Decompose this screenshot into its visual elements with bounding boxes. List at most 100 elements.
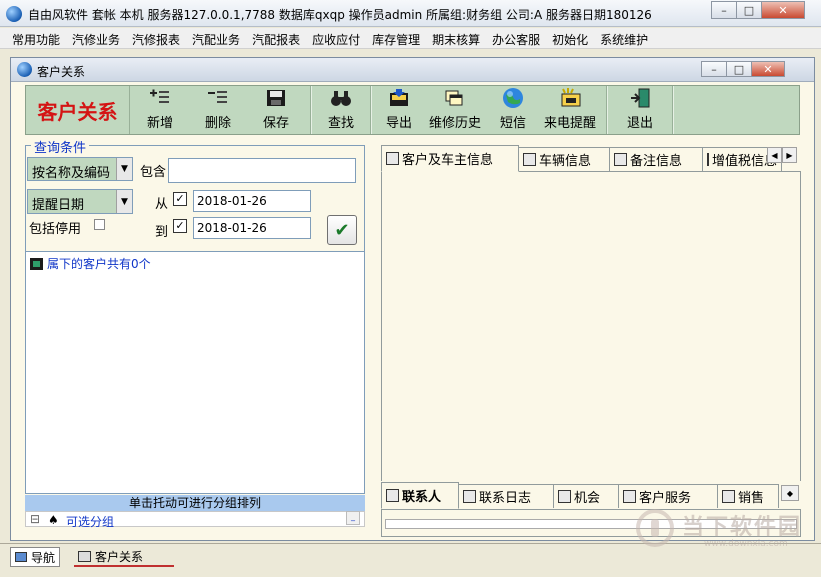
scroll-right-icon[interactable]: ▶ [782, 147, 797, 163]
statusbar-tab-nav[interactable]: 导航 [10, 547, 61, 567]
group-scroll-button[interactable]: _ [346, 511, 360, 525]
from-date-field[interactable]: 2018-01-26 [193, 190, 311, 212]
contains-input[interactable] [168, 158, 356, 183]
tab-vehicle-info[interactable]: 车辆信息 [518, 147, 610, 171]
watermark-text: 当下软件园 [682, 515, 803, 540]
search-field-select[interactable]: 按名称及编码 ▼ [27, 157, 133, 181]
watermark-icon [636, 509, 674, 547]
menu-parts-reports[interactable]: 汽配报表 [246, 28, 306, 48]
minimize-button[interactable]: – [711, 1, 737, 19]
export-label: 导出 [385, 116, 412, 131]
add-list-icon [149, 88, 171, 108]
contains-label: 包含 [140, 165, 167, 180]
group-options-row[interactable]: ⊟ ♠ 可选分组 _ [25, 511, 365, 529]
repair-history-button[interactable]: 维修历史 [422, 86, 488, 134]
exit-label: 退出 [626, 116, 653, 131]
sms-button[interactable]: 短信 [488, 86, 538, 134]
printer-icon [722, 490, 735, 503]
detail-tabs: 联系人 联系日志 机会 客户服务 销售 ◆ [381, 482, 801, 510]
spade-icon: ♠ [48, 513, 59, 527]
window-controls: – □ ✕ [711, 1, 805, 19]
scroll-right-icon[interactable]: ◆ [781, 485, 799, 501]
info-tabs: 客户及车主信息 车辆信息 备注信息 增值税信息 ◀ ▶ [381, 145, 801, 172]
reminder-icon [559, 88, 581, 108]
maximize-button[interactable]: □ [736, 1, 762, 19]
child-minimize-button[interactable]: – [701, 61, 727, 77]
save-button[interactable]: 保存 [246, 86, 306, 134]
child-close-button[interactable]: ✕ [751, 61, 785, 77]
customer-tree[interactable]: 属下的客户共有0个 [25, 251, 365, 494]
delete-label: 删除 [204, 116, 231, 131]
contact-icon [386, 489, 399, 502]
tree-root-label: 属下的客户共有0个 [47, 257, 151, 271]
exit-button[interactable]: 退出 [612, 86, 668, 134]
bottom-tab-scroll: ◆ [781, 485, 799, 501]
child-window-controls: – □ ✕ [701, 61, 785, 77]
tab-contacts[interactable]: 联系人 [381, 482, 459, 509]
scroll-left-icon[interactable]: ◀ [767, 147, 782, 163]
search-person-icon [558, 490, 571, 503]
remove-list-icon [207, 88, 229, 108]
collapse-icon[interactable]: ⊟ [30, 512, 40, 526]
grid-icon [78, 550, 91, 562]
toolbar-separator [310, 86, 312, 134]
menu-repair-reports[interactable]: 汽修报表 [126, 28, 186, 48]
menu-repair-business[interactable]: 汽修业务 [66, 28, 126, 48]
new-label: 新增 [146, 116, 173, 131]
call-reminder-button[interactable]: 来电提醒 [538, 86, 602, 134]
tree-root-node[interactable]: 属下的客户共有0个 [30, 255, 151, 272]
child-title-bar: 客户关系 – □ ✕ [11, 58, 814, 82]
repair-history-label: 维修历史 [428, 116, 481, 131]
id-card-icon [386, 152, 399, 165]
menubar: 常用功能 汽修业务 汽修报表 汽配业务 汽配报表 应收应付 库存管理 期末核算 … [0, 28, 821, 49]
menu-period-end[interactable]: 期末核算 [426, 28, 486, 48]
export-button[interactable]: 导出 [376, 86, 422, 134]
tab-notes-info[interactable]: 备注信息 [609, 147, 703, 171]
menu-parts-business[interactable]: 汽配业务 [186, 28, 246, 48]
call-reminder-label: 来电提醒 [543, 116, 596, 131]
to-checkbox[interactable]: ✓ [173, 219, 187, 233]
tab-customer-service[interactable]: 客户服务 [618, 484, 718, 508]
app-title: 自由风软件 套帐 本机 服务器127.0.0.1,7788 数据库qxqp 操作… [28, 8, 652, 22]
tab-opportunities[interactable]: 机会 [553, 484, 619, 508]
car-icon [523, 153, 536, 166]
from-checkbox[interactable]: ✓ [173, 192, 187, 206]
watermark-logo: 当下软件园 www.downxia.com [636, 507, 816, 557]
save-label: 保存 [262, 116, 289, 131]
group-drag-hint[interactable]: 单击托动可进行分组排列 [25, 495, 365, 511]
menu-office[interactable]: 办公客服 [486, 28, 546, 48]
menu-common[interactable]: 常用功能 [6, 28, 66, 48]
app-title-bar: 自由风软件 套帐 本机 服务器127.0.0.1,7788 数据库qxqp 操作… [0, 0, 821, 27]
app-logo-icon [6, 6, 22, 22]
monitor-icon [15, 552, 27, 562]
close-button[interactable]: ✕ [761, 1, 805, 19]
tab-customer-owner-info[interactable]: 客户及车主信息 [381, 145, 519, 172]
menu-system[interactable]: 系统维护 [594, 28, 654, 48]
menu-inventory[interactable]: 库存管理 [366, 28, 426, 48]
include-disabled-checkbox[interactable] [94, 219, 105, 230]
toolbar-separator [370, 86, 372, 134]
menu-receivables[interactable]: 应收应付 [306, 28, 366, 48]
customer-info-panel [381, 171, 801, 481]
date-field-select[interactable]: 提醒日期 ▼ [27, 189, 133, 214]
to-date-field[interactable]: 2018-01-26 [193, 217, 311, 239]
watermark-url: www.downxia.com [704, 539, 788, 549]
toolbar-separator [606, 86, 608, 134]
find-button[interactable]: 查找 [316, 86, 366, 134]
module-title: 客户关系 [26, 86, 130, 134]
menu-init[interactable]: 初始化 [546, 28, 594, 48]
tab-sales[interactable]: 销售 [717, 484, 779, 508]
exit-door-icon [629, 88, 651, 108]
search-ok-button[interactable]: ✔ [327, 215, 357, 245]
statusbar-tab-customer-relations[interactable]: 客户关系 [74, 547, 174, 567]
delete-button[interactable]: 删除 [190, 86, 246, 134]
toolbar: 客户关系 新增 删除 保存 查找 导出 维修历史 短信 来电提醒 退出 [25, 85, 800, 135]
toolbar-separator [672, 86, 674, 134]
note-icon [614, 153, 627, 166]
history-windows-icon [444, 88, 466, 108]
from-label: 从 [155, 197, 169, 212]
new-button[interactable]: 新增 [130, 86, 190, 134]
table-icon [707, 153, 709, 166]
tab-contact-log[interactable]: 联系日志 [458, 484, 554, 508]
child-maximize-button[interactable]: □ [726, 61, 752, 77]
